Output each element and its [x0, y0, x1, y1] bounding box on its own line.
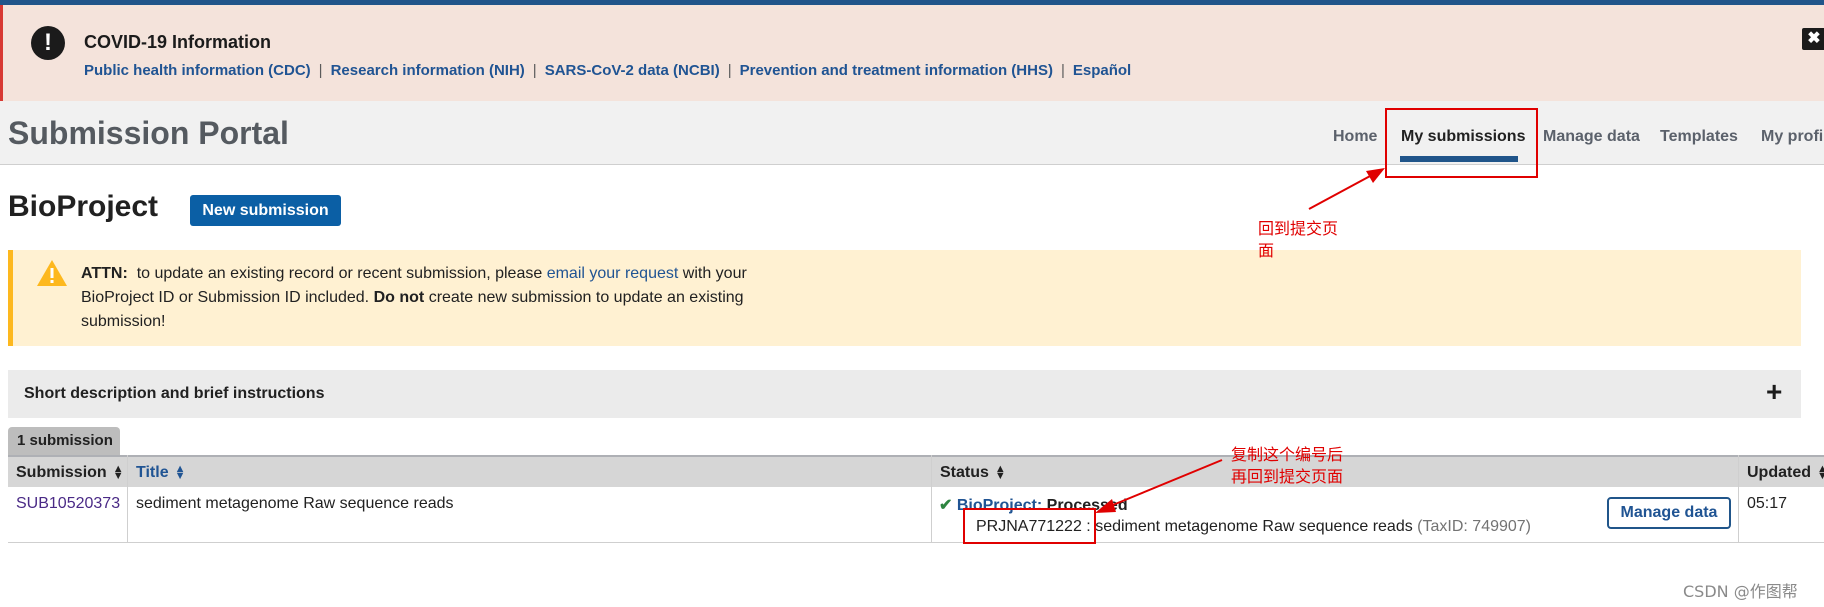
annotation-note-1: 回到提交页 面: [1258, 219, 1339, 260]
arrow-head-icon: [1095, 499, 1116, 513]
annotation-note-2: 复制这个编号后 再回到提交页面: [1231, 445, 1344, 486]
arrow-head-icon: [1366, 168, 1385, 183]
annotation-arrow-accession: [1107, 459, 1223, 508]
annotation-arrows: [1095, 168, 1385, 513]
annotation-arrow-nav: [1308, 174, 1373, 210]
watermark: CSDN @作图帮: [1683, 582, 1798, 601]
